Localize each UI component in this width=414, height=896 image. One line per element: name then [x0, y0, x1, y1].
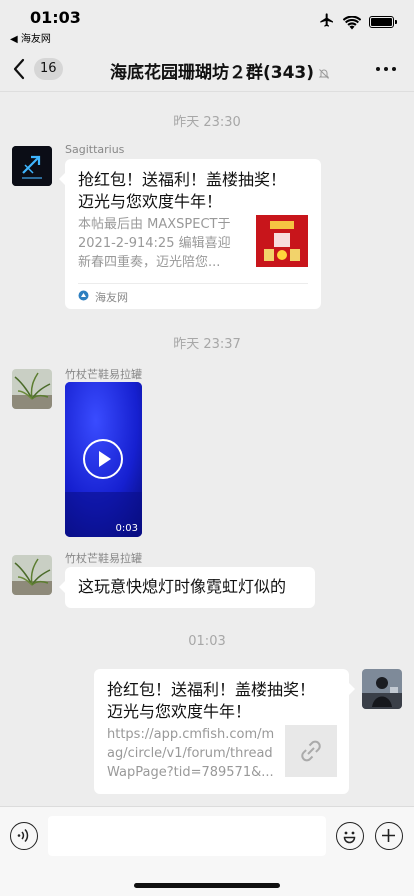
more-dots-icon[interactable] [376, 67, 396, 71]
card-title-line1: 抢红包！送福利！盖楼抽奖！ [107, 680, 316, 699]
plus-icon[interactable] [375, 822, 403, 850]
status-bar: 01:03 ◀ 海友网 [0, 0, 414, 46]
card-desc-line2: 2021-2-914:25 编辑喜迎 [78, 236, 231, 251]
timestamp: 昨天 23:37 [173, 337, 241, 352]
timestamp: 01:03 [188, 634, 226, 649]
message-text: 这玩意快熄灯时像霓虹灯似的 [78, 577, 287, 596]
home-indicator[interactable] [134, 883, 280, 888]
video-message[interactable]: 0:03 [65, 382, 142, 537]
link-url-line2: ag/circle/v1/forum/thread [107, 746, 273, 761]
link-url-line1: https://app.cmfish.com/m [107, 727, 275, 742]
avatar[interactable] [12, 555, 52, 595]
airplane-icon [319, 12, 335, 32]
emoji-icon[interactable] [336, 822, 364, 850]
unread-count-badge[interactable]: 16 [34, 58, 63, 80]
mute-bell-icon [318, 65, 330, 79]
card-title-line1: 抢红包！送福利！盖楼抽奖！ [78, 170, 287, 189]
card-desc-line3: 新春四重奏，迈光陪您... [78, 255, 221, 270]
voice-icon[interactable] [10, 822, 38, 850]
link-icon [285, 725, 337, 777]
back-to-app-link[interactable]: ◀ 海友网 [10, 30, 51, 45]
card-source: 海友网 [78, 289, 128, 305]
sender-name: 竹杖芒鞋易拉罐 [65, 552, 142, 565]
play-icon[interactable] [83, 439, 123, 479]
chat-title-area[interactable]: 海底花园珊瑚坊２群(343) [100, 58, 340, 83]
status-icons [319, 12, 397, 32]
my-avatar[interactable] [362, 669, 402, 709]
back-chevron-icon[interactable] [12, 57, 32, 81]
video-duration: 0:03 [115, 523, 138, 534]
text-message[interactable]: 这玩意快熄灯时像霓虹灯似的 [59, 567, 315, 608]
sender-name: 竹杖芒鞋易拉罐 [65, 368, 142, 381]
source-name: 海友网 [95, 291, 128, 304]
timestamp: 昨天 23:30 [173, 115, 241, 130]
message-input[interactable] [48, 816, 326, 856]
card-thumbnail [256, 215, 308, 267]
avatar[interactable] [12, 369, 52, 409]
avatar[interactable] [12, 146, 52, 186]
status-time: 01:03 [30, 8, 81, 27]
card-title-line2: 迈光与您欢度牛年！ [78, 192, 223, 211]
wifi-icon [342, 15, 362, 30]
link-card-message[interactable]: 抢红包！送福利！盖楼抽奖！ 迈光与您欢度牛年！ 本帖最后由 MAXSPECT于 … [59, 159, 321, 309]
chat-header: 16 海底花园珊瑚坊２群(343) [0, 46, 414, 92]
card-title-line2: 迈光与您欢度牛年！ [107, 702, 252, 721]
link-card-message[interactable]: 抢红包！送福利！盖楼抽奖！ 迈光与您欢度牛年！ https://app.cmfi… [94, 669, 355, 794]
chat-title: 海底花园珊瑚坊２群(343) [109, 63, 315, 83]
link-url-line3: WapPage?tid=789571&... [107, 765, 274, 780]
source-logo-icon [78, 290, 89, 304]
sender-name: Sagittarius [65, 143, 125, 156]
battery-icon [369, 16, 397, 28]
card-desc-line1: 本帖最后由 MAXSPECT于 [78, 217, 231, 232]
